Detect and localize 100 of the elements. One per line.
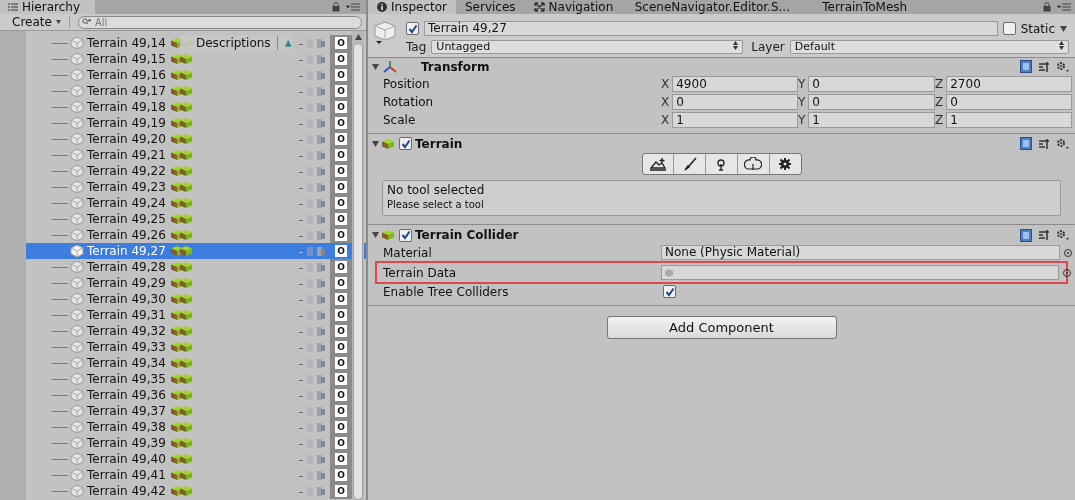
toggle-box[interactable]: O: [335, 325, 347, 337]
hierarchy-row[interactable]: Terrain 49,34 - O: [26, 355, 366, 371]
hierarchy-row[interactable]: Terrain 49,35 - O: [26, 371, 366, 387]
hierarchy-row[interactable]: Terrain 49,30 - O: [26, 291, 366, 307]
toggle-box[interactable]: O: [335, 437, 347, 449]
preset-icon[interactable]: [1038, 137, 1050, 150]
hierarchy-row[interactable]: Terrain 49,16 - O: [26, 67, 366, 83]
hierarchy-row[interactable]: Terrain 49,40 - O: [26, 451, 366, 467]
collapse-arrow-icon[interactable]: [372, 63, 379, 70]
layer-dropdown[interactable]: Default: [789, 39, 1069, 54]
scroll-up-icon[interactable]: [354, 34, 362, 40]
preset-icon[interactable]: [1038, 60, 1050, 73]
toggle-box[interactable]: O: [335, 277, 347, 289]
enabled-checkbox[interactable]: [399, 228, 412, 242]
terrain-data-field[interactable]: [661, 265, 1059, 280]
target-icon[interactable]: [1063, 247, 1073, 258]
settings-icon[interactable]: [1056, 137, 1069, 150]
number-field[interactable]: 4900: [672, 76, 798, 92]
toggle-box[interactable]: O: [335, 373, 347, 385]
hierarchy-row[interactable]: Terrain 49,19 - O: [26, 115, 366, 131]
toggle-box[interactable]: O: [335, 197, 347, 209]
hierarchy-row[interactable]: Terrain 49,24 - O: [26, 195, 366, 211]
hierarchy-row[interactable]: Terrain 49,17 - O: [26, 83, 366, 99]
hierarchy-row[interactable]: Terrain 49,41 - O: [26, 467, 366, 483]
settings-icon[interactable]: [1056, 60, 1069, 73]
number-field[interactable]: 0: [946, 94, 1072, 110]
toggle-box[interactable]: O: [335, 37, 347, 49]
toggle-box[interactable]: O: [335, 453, 347, 465]
toggle-box[interactable]: O: [335, 405, 347, 417]
toggle-box[interactable]: O: [335, 229, 347, 241]
number-field[interactable]: 0: [808, 94, 935, 110]
hierarchy-row[interactable]: Terrain 49,37 - O: [26, 403, 366, 419]
hierarchy-row[interactable]: Terrain 49,15 - O: [26, 51, 366, 67]
material-field[interactable]: None (Physic Material): [661, 245, 1060, 260]
settings-icon[interactable]: [1056, 229, 1069, 241]
hierarchy-row[interactable]: Terrain 49,27 - O: [26, 243, 366, 259]
number-field[interactable]: 0: [808, 76, 935, 92]
toggle-box[interactable]: O: [335, 53, 347, 65]
toggle-box[interactable]: O: [335, 389, 347, 401]
hierarchy-row[interactable]: Terrain 49,28 - O: [26, 259, 366, 275]
target-icon[interactable]: [1062, 267, 1072, 278]
hierarchy-row[interactable]: Terrain 49,23 - O: [26, 179, 366, 195]
toggle-box[interactable]: O: [335, 485, 347, 497]
hierarchy-row[interactable]: Terrain 49,21 - O: [26, 147, 366, 163]
collapse-arrow-icon[interactable]: [372, 232, 379, 238]
search-field[interactable]: All: [77, 15, 362, 29]
toggle-box[interactable]: O: [335, 261, 347, 273]
hierarchy-row[interactable]: Terrain 49,18 - O: [26, 99, 366, 115]
toggle-box[interactable]: O: [335, 245, 347, 257]
static-checkbox[interactable]: [1002, 22, 1016, 35]
lock-icon[interactable]: [332, 2, 340, 12]
hierarchy-row[interactable]: Terrain 49,36 - O: [26, 387, 366, 403]
hierarchy-row[interactable]: Terrain 49,31 - O: [26, 307, 366, 323]
hierarchy-row[interactable]: Terrain 49,38 - O: [26, 419, 366, 435]
toggle-box[interactable]: O: [335, 469, 347, 481]
menu-icon[interactable]: [346, 3, 360, 11]
number-field[interactable]: 2700: [946, 76, 1072, 92]
hierarchy-row[interactable]: Terrain 49,25 - O: [26, 211, 366, 227]
add-component-button[interactable]: Add Component: [606, 316, 837, 339]
hierarchy-row[interactable]: Terrain 49,42 - O: [26, 483, 366, 499]
toggle-box[interactable]: O: [335, 133, 347, 145]
toggle-box[interactable]: O: [335, 421, 347, 433]
hierarchy-row[interactable]: Terrain 49,39 - O: [26, 435, 366, 451]
tree-colliders-checkbox[interactable]: [663, 285, 676, 298]
tag-dropdown[interactable]: Untagged: [431, 39, 744, 54]
active-checkbox[interactable]: [406, 22, 419, 35]
hierarchy-row[interactable]: Terrain 49,32 - O: [26, 323, 366, 339]
scrollbar[interactable]: [352, 31, 364, 500]
menu-icon[interactable]: [1057, 3, 1071, 11]
toggle-box[interactable]: O: [335, 213, 347, 225]
collapse-arrow-icon[interactable]: [372, 140, 379, 147]
hierarchy-tab[interactable]: Hierarchy: [0, 0, 95, 14]
number-field[interactable]: 1: [672, 112, 798, 128]
toggle-box[interactable]: O: [335, 309, 347, 321]
hierarchy-row[interactable]: Terrain 49,29 - O: [26, 275, 366, 291]
toggle-box[interactable]: O: [335, 101, 347, 113]
hierarchy-row[interactable]: Terrain 49,26 - O: [26, 227, 366, 243]
name-field[interactable]: Terrain 49,27: [424, 21, 998, 36]
toggle-box[interactable]: O: [335, 341, 347, 353]
toggle-box[interactable]: O: [335, 117, 347, 129]
toggle-box[interactable]: O: [335, 165, 347, 177]
toggle-box[interactable]: O: [335, 293, 347, 305]
toggle-box[interactable]: O: [335, 149, 347, 161]
toggle-box[interactable]: O: [335, 69, 347, 81]
help-icon[interactable]: [1020, 137, 1032, 150]
toggle-box[interactable]: O: [335, 85, 347, 97]
lock-icon[interactable]: [1043, 2, 1051, 12]
toggle-box[interactable]: O: [335, 357, 347, 369]
number-field[interactable]: 0: [672, 94, 798, 110]
panel-tab[interactable]: Inspector: [368, 0, 456, 14]
toggle-box[interactable]: O: [335, 181, 347, 193]
number-field[interactable]: 1: [946, 112, 1072, 128]
preset-icon[interactable]: [1038, 229, 1050, 241]
create-button[interactable]: Create: [4, 16, 70, 28]
hierarchy-row[interactable]: Terrain 49,33 - O: [26, 339, 366, 355]
hierarchy-row[interactable]: Terrain 49,22 - O: [26, 163, 366, 179]
help-icon[interactable]: [1020, 228, 1032, 242]
enabled-checkbox[interactable]: [399, 137, 412, 150]
hierarchy-row[interactable]: Terrain 49,20 - O: [26, 131, 366, 147]
number-field[interactable]: 1: [808, 112, 935, 128]
